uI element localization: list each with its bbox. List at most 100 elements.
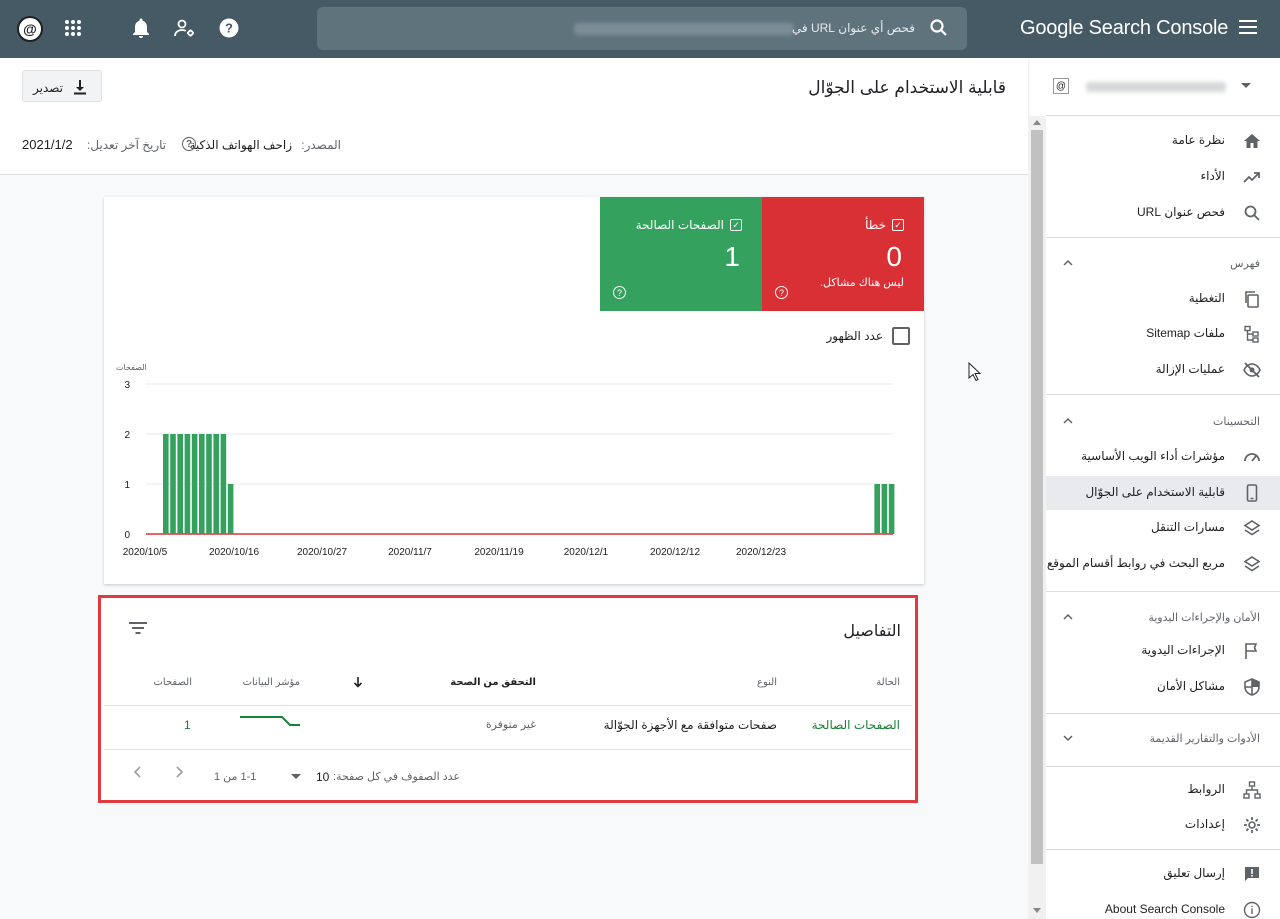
divider — [1046, 766, 1280, 767]
y-tick-label: 2 — [124, 430, 130, 441]
gear-icon — [1243, 816, 1261, 834]
sidebar-item[interactable]: عمليات الإزالة — [1046, 353, 1280, 387]
sidebar-item-label: الروابط — [1187, 782, 1225, 796]
help-icon[interactable]: ? — [217, 16, 241, 40]
column-header-type[interactable]: النوع — [757, 677, 777, 688]
sidebar-item[interactable]: نظرة عامة — [1046, 124, 1280, 158]
layers-icon — [1243, 519, 1261, 537]
sort-down-arrow-icon[interactable] — [353, 675, 363, 693]
sidebar-item[interactable]: التغطية — [1046, 282, 1280, 316]
sidebar-item[interactable]: About Search Console — [1046, 893, 1280, 919]
bar — [874, 484, 880, 534]
sidebar-item-label: مسارات التنقل — [1151, 520, 1225, 534]
scroll-down-arrow-icon[interactable] — [1033, 908, 1041, 913]
chevron-up-icon[interactable] — [1062, 414, 1074, 426]
help-circle-icon[interactable]: ? — [613, 286, 626, 299]
sidebar-item-label: إعدادات — [1184, 817, 1225, 831]
filter-icon[interactable] — [128, 620, 148, 636]
summary-chart-card: ✓ خطأ 0 ليس هناك مشاكل. ? ✓ الصفحات الصا… — [104, 197, 924, 584]
sidebar-item[interactable]: قابلية الاستخدام على الجوّال — [1046, 476, 1280, 510]
trending-up-icon — [1243, 168, 1261, 186]
sidebar-item-label: مشاكل الأمان — [1157, 679, 1225, 693]
copy-icon — [1243, 290, 1261, 308]
sidebar-item[interactable]: مشاكل الأمان — [1046, 670, 1280, 704]
apps-grid-icon[interactable] — [61, 16, 85, 40]
column-header-status[interactable]: الحالة — [876, 677, 900, 688]
sidebar-section-header[interactable]: الأمان والإجراءات اليدوية — [1046, 602, 1280, 632]
checkbox-checked-icon[interactable]: ✓ — [730, 219, 742, 231]
bar — [170, 434, 176, 534]
main-scrollbar[interactable] — [1028, 116, 1046, 919]
sidebar-item-label: الإجراءات اليدوية — [1141, 643, 1225, 657]
divider — [1046, 394, 1280, 395]
sidebar-item-label: فحص عنوان URL — [1137, 205, 1225, 219]
page-header: قابلية الاستخدام على الجوّال تصدير — [0, 58, 1028, 118]
chevron-up-icon[interactable] — [1062, 610, 1074, 622]
checkbox-checked-icon[interactable]: ✓ — [892, 219, 904, 231]
x-tick-label: 2020/12/1 — [564, 547, 609, 558]
scroll-thumb[interactable] — [1031, 130, 1043, 864]
valid-tile[interactable]: ✓ الصفحات الصالحة 1 ? — [600, 197, 762, 311]
account-avatar[interactable]: @ — [17, 16, 43, 42]
sidebar-item-label: مربع البحث في روابط أقسام الموقع — [1046, 556, 1225, 570]
chevron-up-icon[interactable] — [1062, 256, 1074, 268]
url-inspect-search[interactable]: فحص أي عنوان URL في — [317, 7, 967, 50]
sidebar-item[interactable]: الإجراءات اليدوية — [1046, 634, 1280, 668]
manage-users-icon[interactable] — [173, 16, 197, 40]
impressions-label: عدد الظهور — [826, 329, 884, 343]
export-button-label: تصدير — [33, 81, 64, 95]
y-tick-label: 3 — [124, 380, 130, 391]
rows-per-page-value[interactable]: 10 — [316, 770, 329, 784]
row-status[interactable]: الصفحات الصالحة — [812, 718, 900, 732]
search-icon[interactable] — [929, 18, 949, 43]
sidebar-nav: نظرة عامة الأداء فحص عنوان URL فهرس التغطية م… — [1046, 116, 1280, 919]
help-circle-icon[interactable]: ? — [775, 286, 788, 299]
sidebar-item[interactable]: مؤشرات أداء الويب الأساسية — [1046, 440, 1280, 474]
sidebar-item[interactable]: إعدادات — [1046, 808, 1280, 842]
export-button[interactable]: تصدير — [22, 70, 102, 102]
sidebar-item[interactable]: مسارات التنقل — [1046, 511, 1280, 545]
section-title: الأدوات والتقارير القديمة — [1149, 733, 1260, 745]
sidebar-item[interactable]: الأداء — [1046, 160, 1280, 194]
sidebar-item[interactable]: ملفات Sitemap — [1046, 317, 1280, 351]
sidebar-item[interactable]: الروابط — [1046, 773, 1280, 807]
top-app-bar: @ ? فحص أي عنوان URL في Google Search Co… — [0, 0, 1280, 58]
dropdown-caret-icon[interactable] — [291, 774, 301, 779]
chevron-left-icon[interactable] — [133, 765, 143, 784]
valid-count: 1 — [724, 241, 740, 272]
chevron-right-icon[interactable] — [174, 765, 184, 784]
x-tick-label: 2020/10/5 — [123, 547, 168, 558]
divider — [1046, 713, 1280, 714]
x-tick-label: 2020/10/27 — [297, 547, 347, 558]
sidebar-section-header[interactable]: التحسينات — [1046, 406, 1280, 436]
page-title: قابلية الاستخدام على الجوّال — [808, 78, 1006, 97]
sidebar-item[interactable]: فحص عنوان URL — [1046, 196, 1280, 230]
column-header-validation[interactable]: التحقق من الصحة — [450, 677, 536, 688]
sidebar-item[interactable]: إرسال تعليق — [1046, 857, 1280, 891]
divider — [1046, 849, 1280, 850]
hamburger-menu-icon[interactable] — [1239, 20, 1257, 39]
product-name[interactable]: Google Search Console — [1020, 17, 1228, 40]
column-header-trend[interactable]: مؤشر البيانات — [243, 677, 300, 688]
y-tick-label: 1 — [124, 480, 130, 491]
column-header-pages[interactable]: الصفحات — [154, 677, 192, 688]
notifications-bell-icon[interactable] — [129, 16, 153, 40]
sidebar-section-header[interactable]: فهرس — [1046, 248, 1280, 278]
dropdown-caret-icon[interactable] — [1241, 83, 1251, 88]
divider — [1046, 591, 1280, 592]
property-selector[interactable]: @ — [1046, 58, 1280, 116]
y-axis-label: الصفحات — [116, 363, 147, 372]
chevron-down-icon[interactable] — [1062, 731, 1074, 743]
checkbox-unchecked-icon[interactable] — [892, 327, 910, 345]
flag-icon — [1243, 642, 1261, 660]
error-tile[interactable]: ✓ خطأ 0 ليس هناك مشاكل. ? — [762, 197, 924, 311]
sidebar-section-header[interactable]: الأدوات والتقارير القديمة — [1046, 723, 1280, 753]
help-circle-icon[interactable]: ? — [182, 137, 196, 151]
eye-off-icon — [1243, 361, 1261, 379]
sidebar-item[interactable]: مربع البحث في روابط أقسام الموقع — [1046, 547, 1280, 581]
sidebar-item-label: قابلية الاستخدام على الجوّال — [1085, 485, 1225, 499]
sidebar-item-label: إرسال تعليق — [1163, 866, 1225, 880]
home-icon — [1243, 132, 1261, 150]
main-content: المصدر: زاحف الهواتف الذكية ? تاريخ آخر … — [0, 118, 1028, 919]
scroll-up-arrow-icon[interactable] — [1033, 120, 1041, 125]
